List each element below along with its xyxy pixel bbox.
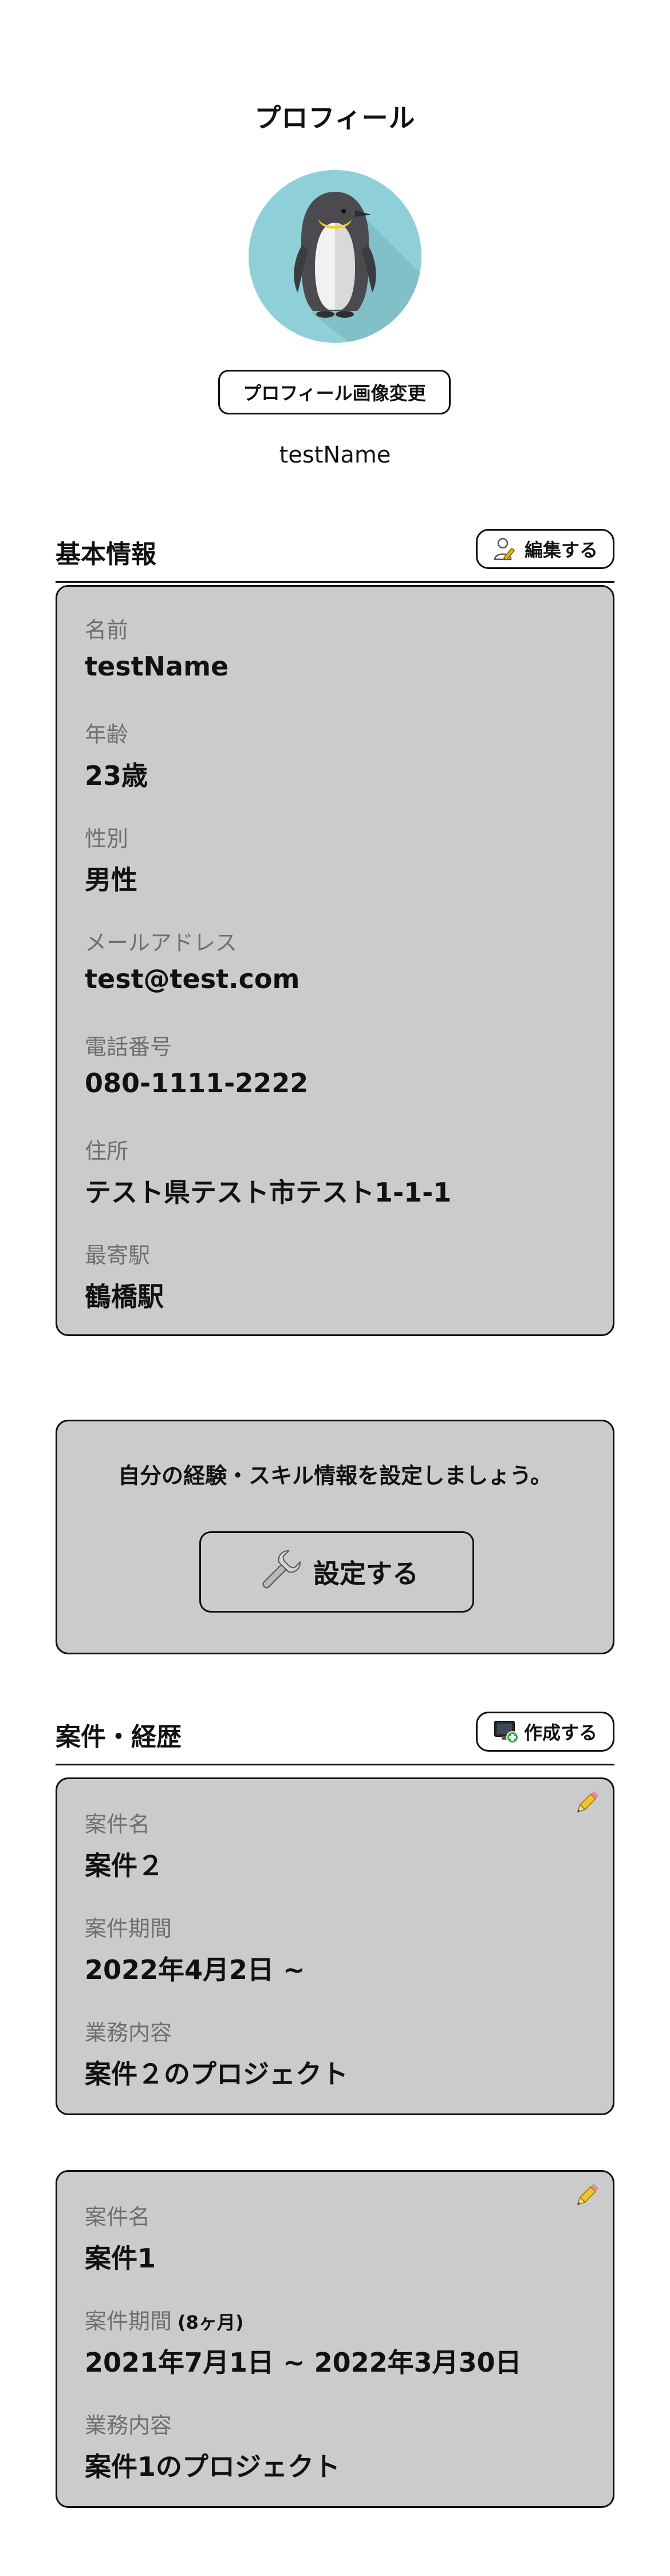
project-content-label: 業務内容 [85,2020,172,2045]
project-name-label: 案件名 [85,2204,151,2230]
age-label: 年齢 [85,722,129,747]
create-project-label: 作成する [523,1722,597,1744]
age-value: 23歳 [85,760,148,791]
edit-basic-info-button[interactable]: 編集する [476,529,614,569]
projects-header: 案件・経歴 作成する [56,1709,614,1765]
name-value: testName [85,651,229,682]
project-content-label: 業務内容 [85,2413,172,2438]
basic-info-header: 基本情報 編集する [56,527,614,583]
wrench-icon [262,1550,301,1589]
address-label: 住所 [85,1139,129,1164]
nearest-station-label: 最寄駅 [85,1243,151,1268]
gender-value: 男性 [85,864,137,895]
address-value: テスト県テスト市テスト1-1-1 [85,1177,452,1208]
project-name-value: 案件1 [85,2243,156,2274]
project-period-value: 2022年4月2日 ~ [85,1954,305,1985]
skill-setup-prompt: 自分の経験・スキル情報を設定しましょう。 [118,1463,552,1488]
avatar [249,170,421,343]
phone-label: 電話番号 [85,1034,172,1060]
project-name-value: 案件２ [85,1850,164,1881]
project-period-label-text: 案件期間 [85,1916,172,1941]
gender-label: 性別 [85,826,129,851]
skill-setup-card: 自分の経験・スキル情報を設定しましょう。 設定する [56,1420,614,1654]
email-value: test@test.com [85,963,300,994]
skill-setup-button[interactable]: 設定する [199,1531,474,1613]
edit-basic-info-label: 編集する [524,539,598,561]
project-name-label: 案件名 [85,1812,151,1837]
nearest-station-value: 鶴橋駅 [85,1281,164,1312]
basic-info-title: 基本情報 [56,540,156,569]
project-period-label: 案件期間 (8ヶ月) [85,2304,244,2335]
project-card: 案件名 案件２ 案件期間 2022年4月2日 ~ 業務内容 案件２のプロジェクト [56,1777,614,2115]
project-content-value: 案件1のプロジェクト [85,2451,341,2482]
profile-display-name: testName [279,442,391,468]
basic-info-card: 名前 testName 年齢 23歳 性別 男性 メールアドレス test@te… [56,585,614,1336]
phone-value: 080-1111-2222 [85,1068,309,1099]
project-card: 案件名 案件1 案件期間 (8ヶ月) 2021年7月1日 ~ 2022年3月30日… [56,2170,614,2508]
project-period-label-text: 案件期間 [85,2309,172,2334]
create-project-button[interactable]: 作成する [476,1712,614,1752]
projects-title: 案件・経歴 [56,1722,182,1752]
pencil-icon[interactable] [573,2181,601,2210]
project-period-label: 案件期間 [85,1911,178,1942]
project-content-value: 案件２のプロジェクト [85,2059,348,2089]
penguin-avatar-icon [249,170,421,343]
page-title: プロフィール [254,102,416,133]
skill-setup-button-label: 設定する [313,1558,419,1589]
pencil-icon[interactable] [573,1788,601,1817]
project-period-value: 2021年7月1日 ~ 2022年3月30日 [85,2347,522,2378]
monitor-add-icon [494,1721,519,1744]
user-edit-icon [494,538,515,560]
project-duration-note: (8ヶ月) [178,2312,244,2333]
email-label: メールアドレス [85,930,238,955]
name-label: 名前 [85,618,129,643]
change-profile-image-button[interactable]: プロフィール画像変更 [218,370,451,414]
